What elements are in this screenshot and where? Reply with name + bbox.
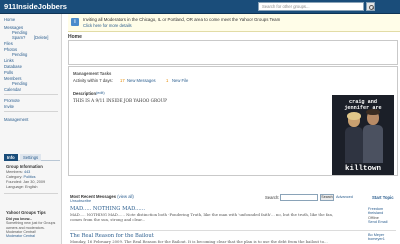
info-icon: i bbox=[71, 18, 79, 26]
sidebar-item-invite[interactable]: Invite bbox=[4, 104, 14, 109]
edit-description-link[interactable]: (edit) bbox=[96, 91, 105, 95]
message-search-input[interactable] bbox=[280, 194, 318, 201]
group-header: 911InsideJobbers Search for other groups… bbox=[0, 0, 400, 14]
language-value: English bbox=[25, 185, 38, 189]
sidebar-item-database[interactable]: Database bbox=[4, 64, 22, 69]
tab-settings[interactable]: Settings bbox=[20, 154, 42, 161]
founded-date: Jan 30, 2009 bbox=[23, 180, 46, 184]
view-all-link[interactable]: (view all) bbox=[117, 194, 134, 199]
photo-caption-bottom: killtown bbox=[344, 165, 381, 173]
sidebar-item-files[interactable]: Files bbox=[4, 41, 13, 46]
group-information-heading: Group Information bbox=[6, 164, 43, 169]
tips-text: Something new just for Groups owners and… bbox=[6, 221, 56, 234]
category-link[interactable]: Politics bbox=[24, 175, 36, 179]
sidebar-item-members-pending[interactable]: Pending bbox=[12, 81, 27, 86]
send-email-link[interactable]: Send Email bbox=[368, 220, 387, 224]
sidebar-item-home[interactable]: Home bbox=[4, 17, 15, 22]
sidebar-item-polls[interactable]: Polls bbox=[4, 70, 13, 75]
tab-info[interactable]: Info bbox=[4, 154, 18, 161]
home-description-box bbox=[68, 40, 398, 65]
message-snippet: Monday, 16 February 2009. The Real Reaso… bbox=[70, 240, 328, 244]
sidebar-divider bbox=[4, 111, 58, 112]
sidebar: Home Messages Pending Spam? [Delete] Fil… bbox=[0, 14, 62, 244]
sidebar-divider bbox=[4, 94, 58, 95]
search-icon[interactable] bbox=[366, 2, 375, 11]
unsubscribe-link[interactable]: Unsubscribe bbox=[70, 199, 91, 203]
category-info: Category: Politics bbox=[6, 175, 36, 180]
new-files-link[interactable]: New File bbox=[172, 78, 188, 83]
sidebar-item-photos-pending[interactable]: Pending bbox=[12, 52, 27, 57]
photo-person-left bbox=[345, 112, 363, 163]
message-author-id[interactable]: bomeyer1 bbox=[368, 237, 385, 241]
start-topic-button[interactable]: Start Topic bbox=[372, 195, 394, 200]
group-photo[interactable]: craig and jennifer are killtown bbox=[332, 95, 394, 175]
tips-heading: Yahoo! Groups Tips bbox=[6, 210, 46, 215]
language-label: Language: bbox=[6, 185, 24, 189]
notice-details-link[interactable]: Click here for more details bbox=[83, 23, 132, 28]
description-label: Description bbox=[73, 91, 97, 96]
new-files-count: 1 bbox=[166, 78, 169, 83]
message-author-meta: Bo Meyer bomeyer1 bbox=[368, 233, 385, 242]
group-search-input[interactable]: Search for other groups... bbox=[258, 2, 364, 11]
advanced-search-link[interactable]: Advanced bbox=[336, 195, 353, 199]
new-messages-link[interactable]: New Messages bbox=[127, 78, 156, 83]
members-count[interactable]: 443 bbox=[24, 170, 30, 174]
group-title[interactable]: 911InsideJobbers bbox=[4, 2, 67, 11]
members-label: Members: bbox=[6, 170, 23, 174]
category-label: Category: bbox=[6, 175, 23, 179]
new-messages-count: 17 bbox=[120, 78, 125, 83]
message-search-label: Search: bbox=[265, 195, 280, 200]
notice-text: Inviting all Moderators in the Chicago, … bbox=[83, 17, 281, 22]
message-title-link[interactable]: The Real Reason for the Bailout bbox=[70, 233, 154, 239]
message-author-meta: Freedom theisland Offline Send Email bbox=[368, 207, 387, 225]
sidebar-item-links[interactable]: Links bbox=[4, 58, 14, 63]
members-info: Members: 443 bbox=[6, 170, 30, 175]
message-divider bbox=[70, 230, 396, 231]
tips-more-link[interactable]: Moderator Central bbox=[6, 234, 58, 238]
message-title-link[interactable]: MAD..... NOTHING MAD...... bbox=[70, 206, 145, 212]
sidebar-item-spam[interactable]: Spam? bbox=[12, 35, 25, 40]
sidebar-item-management[interactable]: Management bbox=[4, 117, 28, 122]
info-tab-strip: Info Settings bbox=[4, 153, 60, 161]
founded-info: Founded: Jan 30, 2009 bbox=[6, 180, 45, 185]
activity-label: Activity within 7 days: bbox=[73, 78, 113, 83]
sidebar-divider bbox=[4, 193, 58, 194]
language-info: Language: English bbox=[6, 185, 37, 190]
photo-person-right bbox=[363, 109, 383, 163]
message-search-button[interactable]: Search bbox=[320, 194, 334, 201]
group-description: THIS IS A 9/11 INSIDE JOB YAHOO GROUP bbox=[73, 98, 167, 103]
sidebar-item-promote[interactable]: Promote bbox=[4, 98, 20, 103]
message-snippet: MAD..... NOTHING MAD...... Note distinct… bbox=[70, 213, 334, 222]
management-heading: Management Tasks bbox=[73, 71, 112, 76]
management-panel: Management Tasks Activity within 7 days:… bbox=[68, 66, 398, 176]
tips-box: Did you know... Something new just for G… bbox=[6, 217, 58, 239]
sidebar-item-calendar[interactable]: Calendar bbox=[4, 87, 21, 92]
founded-label: Founded: bbox=[6, 180, 23, 184]
sidebar-item-delete[interactable]: [Delete] bbox=[34, 35, 48, 40]
notice-banner: i Inviting all Moderators in the Chicago… bbox=[68, 14, 400, 32]
